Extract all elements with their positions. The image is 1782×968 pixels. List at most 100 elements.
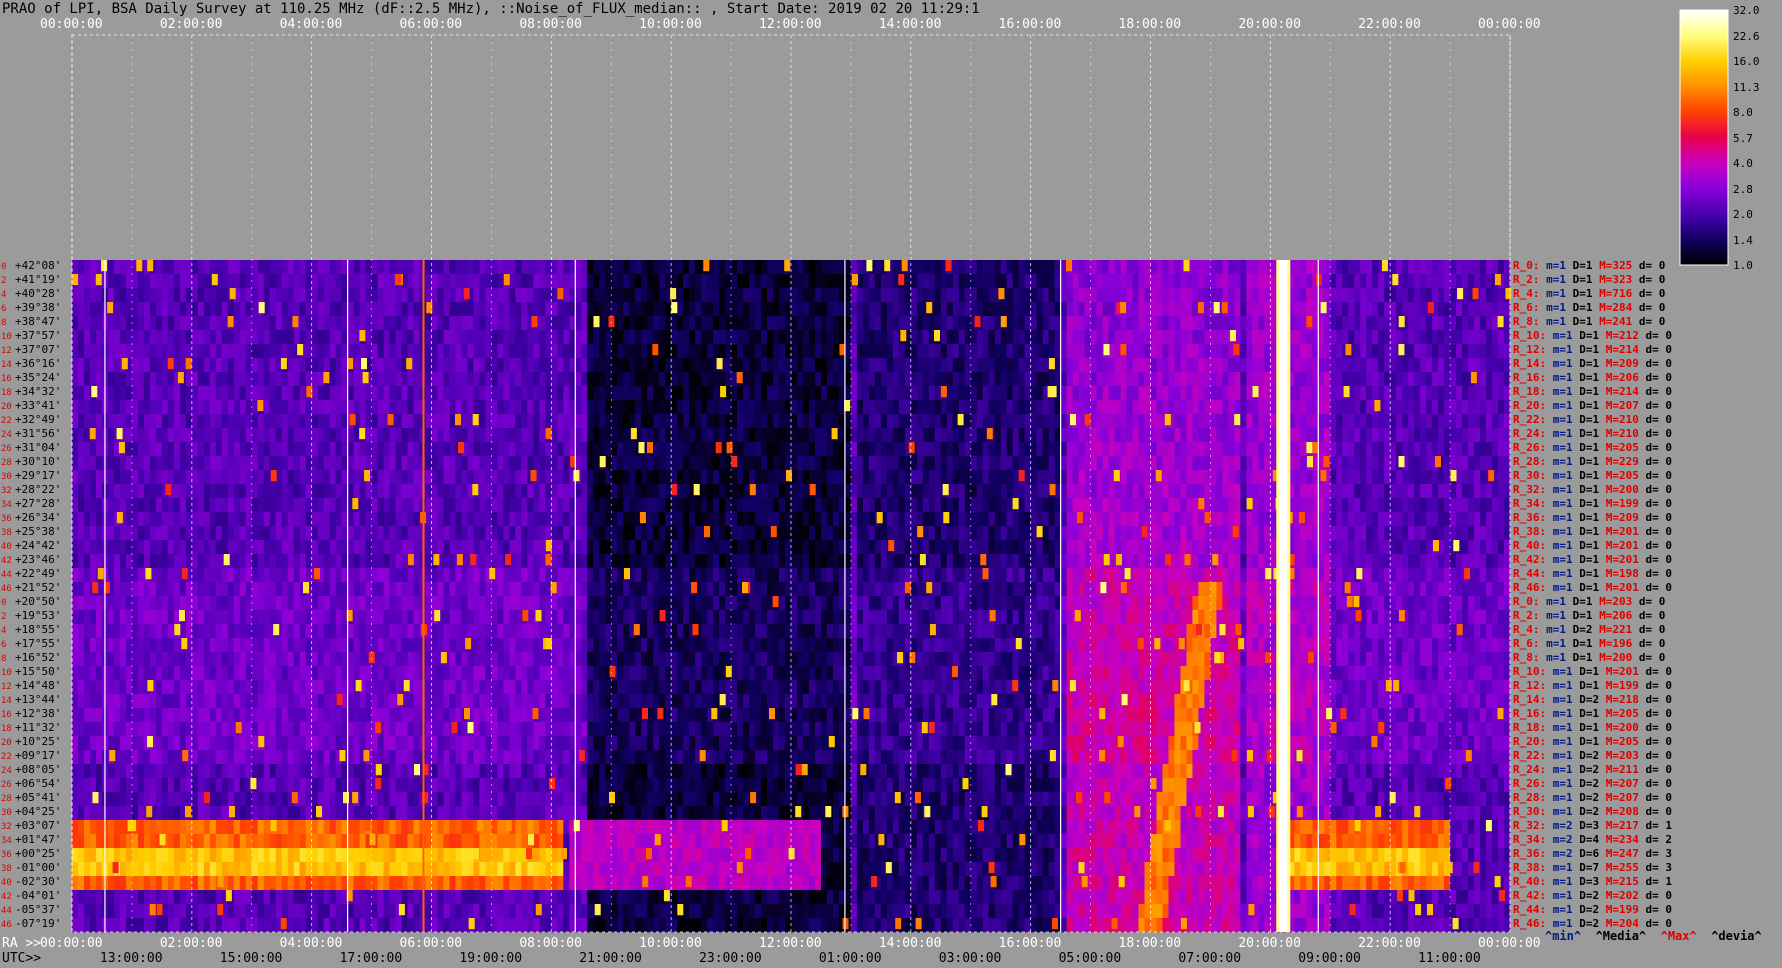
heatmap-cell — [191, 330, 199, 345]
heatmap-cell — [89, 526, 97, 541]
heatmap-cell — [844, 540, 852, 555]
heatmap-cell — [209, 484, 217, 499]
heatmap-cell — [1258, 498, 1265, 513]
heatmap-cell — [689, 456, 696, 471]
heatmap-cell — [197, 344, 205, 359]
heatmap-cell — [287, 386, 295, 401]
heatmap-cell — [299, 302, 307, 317]
heatmap-cell — [707, 344, 714, 359]
heatmap-cell — [233, 470, 241, 485]
heatmap-cell — [868, 470, 876, 485]
heatmap-cell — [1162, 302, 1169, 317]
heatmap-cell — [1192, 526, 1199, 541]
heatmap-cell — [970, 498, 978, 513]
heatmap-cell — [335, 344, 343, 359]
heatmap-cell — [611, 358, 618, 373]
heatmap-cell — [785, 288, 792, 303]
heatmap-cell — [719, 302, 726, 317]
heatmap-cell — [707, 330, 714, 345]
heatmap-cell — [779, 456, 786, 471]
heatmap-cell — [1264, 456, 1271, 471]
heatmap-cell — [1114, 456, 1121, 471]
heatmap-cell — [1066, 540, 1074, 555]
heatmap-cell — [299, 484, 307, 499]
heatmap-cell — [1096, 330, 1103, 345]
heatmap-cell — [197, 414, 205, 429]
heatmap-cell — [755, 260, 762, 275]
heatmap-cell — [533, 288, 540, 303]
heatmap-cell — [976, 330, 984, 345]
heatmap-cell — [1414, 470, 1421, 485]
heatmap-cell — [1210, 470, 1217, 485]
heatmap-cell — [281, 316, 289, 331]
heatmap-cell — [497, 526, 504, 541]
heatmap-cell — [107, 484, 115, 499]
heatmap-cell — [1372, 344, 1379, 359]
heatmap-cell — [802, 358, 810, 373]
heatmap-cell — [707, 302, 714, 317]
heatmap-cell — [95, 344, 103, 359]
heatmap-cell — [1138, 442, 1145, 457]
heatmap-cell — [1072, 498, 1079, 513]
heatmap-cell — [791, 344, 798, 359]
heatmap-cell — [1348, 358, 1355, 373]
heatmap-cell — [1414, 400, 1421, 415]
heatmap-cell — [413, 386, 420, 401]
heatmap-cell — [874, 274, 882, 289]
heatmap-cell — [1180, 316, 1187, 331]
heatmap-cell — [533, 498, 540, 513]
heatmap-cell — [155, 358, 163, 373]
heatmap-cell — [964, 330, 972, 345]
heatmap-cell — [970, 288, 978, 303]
heatmap-cell — [1228, 288, 1235, 303]
heatmap-cell — [1246, 456, 1253, 471]
heatmap-cell — [281, 428, 289, 443]
heatmap-cell — [796, 400, 804, 415]
heatmap-cell — [1018, 288, 1026, 303]
heatmap-cell — [209, 470, 217, 485]
heatmap-cell — [191, 288, 199, 303]
heatmap-cell — [1102, 372, 1109, 387]
heatmap-cell — [767, 484, 774, 499]
heatmap-cell — [850, 386, 858, 401]
heatmap-cell — [1408, 260, 1415, 275]
heatmap-cell — [1234, 288, 1241, 303]
heatmap-cell — [533, 330, 540, 345]
heatmap-cell — [1330, 358, 1337, 373]
heatmap-cell — [749, 330, 756, 345]
heatmap-cell — [1390, 512, 1397, 527]
heatmap-cell — [1390, 470, 1397, 485]
heatmap-cell — [1042, 498, 1050, 513]
heatmap-cell — [437, 288, 444, 303]
heatmap-cell — [1000, 260, 1008, 275]
heatmap-cell — [1426, 428, 1433, 443]
heatmap-cell — [257, 456, 265, 471]
heatmap-cell — [689, 428, 696, 443]
heatmap-cell — [1084, 428, 1091, 443]
heatmap-cell — [1162, 372, 1169, 387]
heatmap-cell — [149, 456, 157, 471]
heatmap-cell — [143, 400, 151, 415]
heatmap-cell — [1336, 344, 1343, 359]
heatmap-cell — [257, 428, 265, 443]
heatmap-cell — [713, 330, 720, 345]
heatmap-cell — [263, 526, 271, 541]
heatmap-cell — [1192, 386, 1199, 401]
heatmap-cell — [832, 526, 840, 541]
heatmap-cell — [317, 274, 325, 289]
heatmap-cell — [647, 540, 654, 555]
heatmap-cell — [791, 512, 798, 527]
heatmap-cell — [239, 484, 247, 499]
heatmap-cell — [1246, 358, 1253, 373]
heatmap-cell — [1156, 386, 1163, 401]
heatmap-cell — [329, 498, 337, 513]
heatmap-cell — [1330, 498, 1337, 513]
heatmap-cell — [773, 540, 780, 555]
heatmap-cell — [940, 526, 948, 541]
heatmap-cell — [1150, 428, 1157, 443]
heatmap-cell — [515, 456, 522, 471]
heatmap-cell — [599, 414, 606, 429]
heatmap-cell — [689, 288, 696, 303]
heatmap-cell — [1174, 260, 1181, 275]
heatmap-cell — [820, 386, 828, 401]
